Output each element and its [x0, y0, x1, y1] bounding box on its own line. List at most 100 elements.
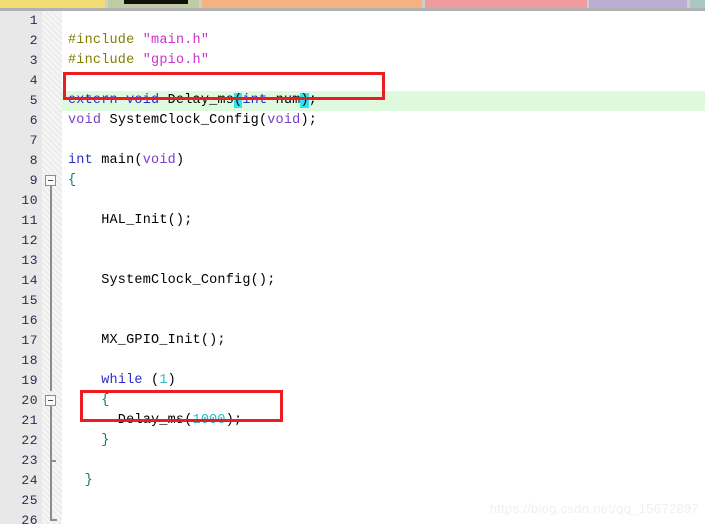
code-line[interactable]: int main(void) — [62, 151, 705, 171]
fold-gutter-row — [42, 271, 62, 291]
fold-gutter-row — [42, 311, 62, 331]
fold-gutter-row — [42, 31, 62, 51]
fold-gutter-row — [42, 431, 62, 451]
line-number: 1 — [29, 13, 38, 28]
code-token: main( — [92, 153, 143, 168]
line-number: 17 — [21, 333, 38, 348]
line-number: 22 — [21, 433, 38, 448]
source-editor[interactable]: 1 2 3 4 5 6 7 8 9 10 11 12 13 14 15 16 17 18 19 20 21 22 23 24 2… — [0, 11, 705, 524]
code-text-area[interactable]: #include "main.h" #include "gpio.h" exter… — [62, 11, 705, 524]
fold-guide-line — [50, 191, 52, 211]
fold-collapse-icon[interactable] — [45, 175, 56, 186]
code-token: ) — [300, 93, 309, 108]
code-token: num — [267, 93, 301, 108]
fold-gutter-row — [42, 191, 62, 211]
fold-guide-line — [50, 291, 52, 311]
fold-gutter-row — [42, 451, 62, 471]
code-token: 1 — [159, 373, 168, 388]
line-number: 2 — [29, 33, 38, 48]
line-number: 24 — [21, 473, 38, 488]
code-line[interactable]: { — [62, 171, 705, 191]
code-token: ); — [300, 113, 318, 128]
code-line[interactable]: { — [62, 391, 705, 411]
code-line[interactable]: SystemClock_Config(); — [62, 271, 705, 291]
code-token: while — [101, 373, 143, 388]
tab-teal[interactable] — [690, 0, 705, 8]
line-number: 26 — [21, 513, 38, 524]
fold-gutter-row — [42, 211, 62, 231]
code-token: void — [68, 113, 102, 128]
fold-gutter-row[interactable] — [42, 171, 62, 191]
fold-gutter-row — [42, 411, 62, 431]
code-folding-gutter[interactable] — [42, 11, 62, 524]
code-line[interactable] — [62, 351, 705, 371]
fold-gutter-row[interactable] — [42, 391, 62, 411]
line-number: 25 — [21, 493, 38, 508]
code-token: ) — [175, 153, 185, 168]
tab-green[interactable] — [107, 0, 199, 8]
fold-guide-line — [50, 411, 52, 431]
code-token: int — [68, 153, 93, 168]
line-number: 14 — [21, 273, 38, 288]
code-token: 1000 — [192, 413, 226, 428]
fold-guide-line — [50, 311, 52, 331]
line-number: 5 — [29, 93, 38, 108]
code-line[interactable] — [62, 231, 705, 251]
code-token: Delay_ms — [159, 93, 235, 108]
code-token: "main.h" — [142, 33, 210, 48]
fold-gutter-row — [42, 11, 62, 31]
code-line[interactable]: #include "gpio.h" — [62, 51, 705, 71]
code-token: SystemClock_Config( — [101, 113, 268, 128]
fold-gutter-row — [42, 251, 62, 271]
code-line[interactable]: void SystemClock_Config(void); — [62, 111, 705, 131]
code-token: { — [68, 393, 110, 408]
fold-gutter-row — [42, 51, 62, 71]
line-number: 4 — [29, 73, 38, 88]
code-line[interactable]: Delay_ms(1000); — [62, 411, 705, 431]
tab-pink[interactable] — [424, 0, 587, 8]
line-number: 18 — [21, 353, 38, 368]
code-line[interactable] — [62, 71, 705, 91]
code-line[interactable] — [62, 11, 705, 31]
fold-gutter-row — [42, 351, 62, 371]
fold-guide-line — [50, 251, 52, 271]
code-line[interactable] — [62, 451, 705, 471]
tab-yellow[interactable] — [0, 0, 105, 8]
code-token: void — [142, 153, 176, 168]
fold-guide-line — [50, 231, 52, 251]
code-line[interactable]: #include "main.h" — [62, 31, 705, 51]
code-line[interactable] — [62, 191, 705, 211]
code-line[interactable]: } — [62, 431, 705, 451]
tab-purple[interactable] — [589, 0, 688, 8]
code-line[interactable] — [62, 291, 705, 311]
line-number: 20 — [21, 393, 38, 408]
code-line[interactable] — [62, 311, 705, 331]
fold-guide-line — [50, 211, 52, 231]
fold-gutter-row — [42, 151, 62, 171]
fold-collapse-icon[interactable] — [45, 395, 56, 406]
watermark-text: https://blog.csdn.net/qq_15672897 — [489, 501, 699, 516]
line-number: 16 — [21, 313, 38, 328]
code-line[interactable]: } — [62, 471, 705, 491]
line-number: 9 — [29, 173, 38, 188]
editor-tab-strip[interactable] — [0, 0, 705, 8]
code-line[interactable] — [62, 131, 705, 151]
fold-guide-line — [50, 331, 52, 351]
tab-orange[interactable] — [201, 0, 423, 8]
code-token: int — [242, 93, 268, 108]
line-number: 19 — [21, 373, 38, 388]
fold-guide-line — [50, 431, 52, 451]
fold-gutter-row — [42, 91, 62, 111]
fold-guide-line — [50, 371, 52, 391]
selected-tab-indicator — [124, 0, 188, 4]
line-number: 3 — [29, 53, 38, 68]
fold-guide-line — [50, 491, 52, 511]
code-line[interactable]: MX_GPIO_Init(); — [62, 331, 705, 351]
code-token: HAL_Init(); — [68, 213, 193, 228]
line-number: 21 — [21, 413, 38, 428]
code-line[interactable]: while (1) — [62, 371, 705, 391]
code-line[interactable]: HAL_Init(); — [62, 211, 705, 231]
fold-guide-line — [50, 471, 52, 491]
code-line-highlighted[interactable]: extern void Delay_ms(int num); — [62, 91, 705, 111]
code-line[interactable] — [62, 251, 705, 271]
